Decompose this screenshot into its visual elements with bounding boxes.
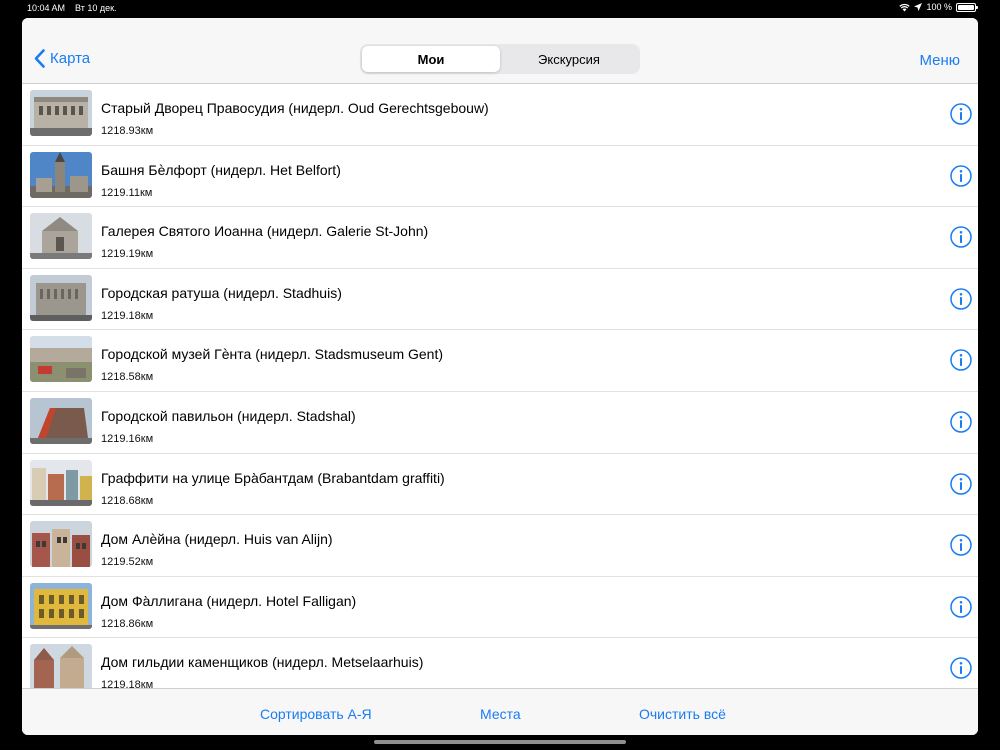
- info-icon[interactable]: [950, 411, 972, 433]
- place-distance: 1219.18км: [101, 309, 154, 322]
- navigation-bar: Карта Мои Экскурсия Меню: [22, 18, 978, 84]
- place-title: Дом Алѐйна (нидерл. Huis van Alijn): [101, 531, 333, 548]
- place-title: Башня Бѐлфорт (нидерл. Het Belfort): [101, 161, 341, 178]
- info-icon[interactable]: [950, 596, 972, 618]
- place-distance: 1218.68км: [101, 494, 154, 507]
- list-item[interactable]: Городской павильон (нидерл. Stadshal) 121…: [22, 392, 978, 454]
- segmented-control: Мои Экскурсия: [360, 44, 640, 74]
- place-thumbnail: [30, 644, 92, 688]
- list-item[interactable]: Галерея Святого Иоанна (нидерл. Galerie …: [22, 207, 978, 269]
- list-item[interactable]: Дом Фа̀ллигана (нидерл. Hotel Falligan) 1…: [22, 577, 978, 639]
- place-title: Городской музей Гѐнта (нидерл. Stadsmuse…: [101, 346, 444, 363]
- place-distance: 1219.11км: [101, 186, 153, 199]
- status-right: 100 %: [899, 2, 978, 12]
- menu-button[interactable]: Меню: [919, 52, 960, 69]
- status-time: 10:04 AM: [27, 3, 66, 13]
- segment-mine[interactable]: Мои: [362, 46, 500, 72]
- list-item[interactable]: Городской музей Гѐнта (нидерл. Stadsmuse…: [22, 330, 978, 392]
- list-item[interactable]: Дом Алѐйна (нидерл. Huis van Alijn) 1219.…: [22, 515, 978, 577]
- info-icon[interactable]: [950, 349, 972, 372]
- list-item[interactable]: Старый Дворец Правосудия (нидерл. Oud Ge…: [22, 84, 978, 146]
- place-distance: 1218.93км: [101, 125, 154, 137]
- place-distance: 1219.52км: [101, 556, 154, 569]
- place-title: Граффити на улице Бра̀бантдам (Brabantda…: [101, 469, 445, 486]
- places-list[interactable]: Старый Дворец Правосудия (нидерл. Oud Ge…: [22, 84, 978, 688]
- battery-icon: [956, 2, 978, 12]
- home-indicator[interactable]: [374, 740, 626, 744]
- info-icon[interactable]: [950, 226, 972, 248]
- chevron-left-icon: [34, 49, 45, 68]
- segment-tour[interactable]: Экскурсия: [500, 46, 638, 72]
- place-distance: 1218.86км: [101, 617, 154, 630]
- place-thumbnail: [30, 582, 92, 629]
- back-button[interactable]: Карта: [34, 49, 90, 68]
- place-distance: 1219.18км: [101, 679, 154, 688]
- status-date: Вт 10 дек.: [75, 3, 117, 13]
- info-icon[interactable]: [950, 103, 972, 125]
- place-title: Городской павильон (нидерл. Stadshal): [101, 407, 356, 424]
- places-button[interactable]: Места: [480, 706, 521, 722]
- list-item[interactable]: Граффити на улице Бра̀бантдам (Brabantda…: [22, 454, 978, 516]
- place-title: Галерея Святого Иоанна (нидерл. Galerie …: [101, 223, 429, 240]
- bottom-toolbar: Сортировать А-Я Места Очистить всё: [22, 688, 978, 735]
- location-arrow-icon: [914, 3, 923, 11]
- info-icon[interactable]: [950, 288, 972, 310]
- list-item[interactable]: Башня Бѐлфорт (нидерл. Het Belfort) 1219.…: [22, 146, 978, 208]
- status-bar: 10:04 AM Вт 10 дек. 100 %: [0, 0, 1000, 16]
- info-icon[interactable]: [950, 472, 972, 495]
- info-icon[interactable]: [950, 534, 972, 556]
- place-title: Городская ратуша (нидерл. Stadhuis): [101, 284, 342, 301]
- place-distance: 1219.19км: [101, 248, 154, 261]
- place-thumbnail: [30, 274, 92, 321]
- place-thumbnail: [30, 459, 92, 506]
- place-thumbnail: [30, 336, 92, 383]
- list-item[interactable]: Дом гильдии каменщиков (нидерл. Metselaa…: [22, 638, 978, 688]
- place-title: Дом Фа̀ллигана (нидерл. Hotel Falligan): [101, 592, 357, 609]
- place-distance: 1219.16км: [101, 432, 154, 445]
- wifi-icon: [899, 3, 911, 11]
- place-thumbnail: [30, 521, 92, 568]
- sort-button[interactable]: Сортировать А-Я: [260, 706, 372, 722]
- clear-all-button[interactable]: Очистить всё: [639, 706, 726, 722]
- info-icon[interactable]: [950, 657, 972, 680]
- battery-percent: 100 %: [926, 2, 952, 12]
- back-label: Карта: [50, 50, 91, 67]
- place-thumbnail: [30, 397, 92, 444]
- info-icon[interactable]: [950, 164, 972, 187]
- place-thumbnail: [30, 151, 92, 198]
- place-distance: 1218.58км: [101, 371, 154, 384]
- place-thumbnail: [30, 90, 92, 136]
- places-window: Карта Мои Экскурсия Меню Старый Дворец П…: [22, 18, 978, 735]
- list-item[interactable]: Городская ратуша (нидерл. Stadhuis) 1219.…: [22, 269, 978, 331]
- place-title: Дом гильдии каменщиков (нидерл. Metselaa…: [101, 654, 424, 671]
- place-title: Старый Дворец Правосудия (нидерл. Oud Ge…: [101, 100, 489, 116]
- place-thumbnail: [30, 213, 92, 260]
